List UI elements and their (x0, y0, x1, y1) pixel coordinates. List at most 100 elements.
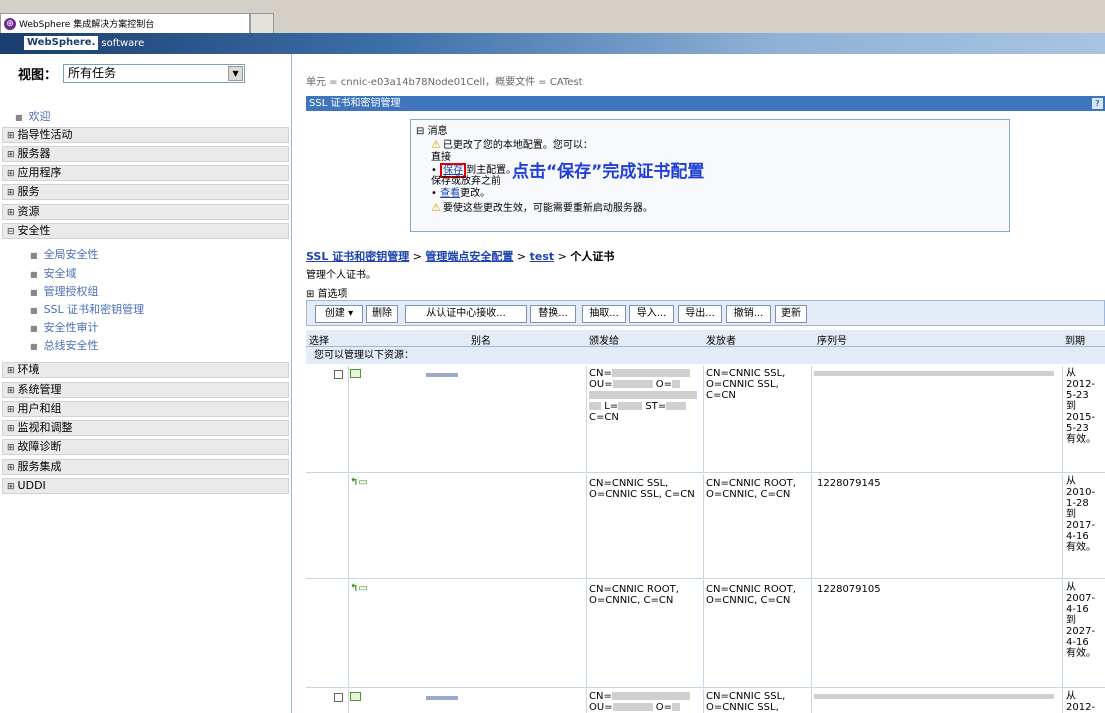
extract-button[interactable]: 抽取... (582, 305, 626, 323)
issued-to-cell: CN= OU= O= L= ST= C=CN (589, 368, 699, 423)
collapse-minus-icon: ⊟ (416, 126, 428, 137)
websphere-logo: WebSphere. software (24, 36, 144, 50)
bullet-icon: ■ (30, 306, 38, 315)
col-alias[interactable]: 别名 (471, 332, 491, 347)
nav-group-environment[interactable]: ⊞ 环境 (2, 362, 289, 378)
table-row: ↰▭ CN=CNNIC ROOT, O=CNNIC, C=CN CN=CNNIC … (306, 580, 1105, 688)
serial-cell: 1228079105 (817, 584, 881, 595)
view-selector-row: 视图： 所有任务 ▼ (18, 64, 246, 83)
col-select[interactable]: 选择 (309, 332, 329, 347)
col-serial[interactable]: 序列号 (817, 332, 847, 347)
instruction-annotation: 点击“保存”完成证书配置 (512, 162, 705, 182)
table-subhead: 您可以管理以下资源： (306, 347, 1105, 364)
view-label: 视图： (18, 68, 58, 83)
expand-plus-icon: ⊞ (7, 188, 15, 198)
bullet-icon: ■ (30, 288, 38, 297)
serial-cell: 1228079145 (817, 478, 881, 489)
review-link[interactable]: 查看 (440, 188, 460, 199)
bullet-icon: ■ (15, 113, 23, 122)
alias-link[interactable] (426, 696, 458, 700)
nav-group-applications[interactable]: ⊞ 应用程序 (2, 165, 289, 181)
nav-group-monitoring[interactable]: ⊞ 监视和调整 (2, 420, 289, 436)
expand-plus-icon: ⊞ (7, 405, 15, 415)
nav-group-services[interactable]: ⊞ 服务 (2, 184, 289, 200)
nav-group-uddi[interactable]: ⊞ UDDI (2, 478, 289, 494)
nav-security-auditing[interactable]: ■ 安全性审计 (30, 319, 99, 335)
nav-group-resources[interactable]: ⊞ 资源 (2, 204, 289, 220)
receive-from-ca-button[interactable]: 从认证中心接收... (405, 305, 527, 323)
nav-security-domains[interactable]: ■ 安全域 (30, 265, 77, 281)
nav-global-security[interactable]: ■ 全局安全性 (30, 246, 99, 262)
nav-group-troubleshooting[interactable]: ⊞ 故障诊断 (2, 439, 289, 455)
nav-welcome-link[interactable]: ■ 欢迎 (15, 108, 51, 124)
websphere-banner: WebSphere. software (0, 33, 1105, 54)
expires-cell: 从 2010- 1-28 到 2017- 4-16 有效。 (1066, 476, 1096, 553)
nav-bus-security[interactable]: ■ 总线安全性 (30, 337, 99, 353)
message-title[interactable]: ⊟ 消息 (416, 122, 448, 137)
panel-header: SSL 证书和密钥管理 ? (306, 96, 1105, 111)
nav-group-system-admin[interactable]: ⊞ 系统管理 (2, 382, 289, 398)
browser-tab[interactable]: ⊕ WebSphere 集成解决方案控制台 (0, 13, 250, 33)
table-row: CN= OU= O= L= ST= C=CN CN=CNNIC SSL, O=C… (306, 366, 1105, 473)
navigation-panel: 视图： 所有任务 ▼ ■ 欢迎 ⊞ 指导性活动 ⊞ 服务器 ⊞ 应用程序 ⊞ 服务 ⊞ 资源… (0, 54, 292, 713)
nav-group-security[interactable]: ⊟ 安全性 (2, 223, 289, 239)
issued-to-cell: CN=CNNIC SSL, O=CNNIC SSL, C=CN (589, 478, 695, 500)
dropdown-arrow-icon[interactable]: ▼ (228, 66, 244, 81)
main-content: 单元 = cnnic-e03a14b78Node01Cell，概要文件 = CA… (293, 54, 1105, 713)
expires-cell: 从 2007- 4-16 到 2027- 4-16 有效。 (1066, 582, 1096, 659)
action-toolbar: 创建 ▾ 删除 从认证中心接收... 替换... 抽取... 导入... 导出.… (306, 300, 1105, 326)
breadcrumb-endpoint-link[interactable]: 管理端点安全配置 (425, 250, 513, 263)
issued-by-cell: CN=CNNIC ROOT, O=CNNIC, C=CN (706, 478, 796, 500)
replace-button[interactable]: 替换... (530, 305, 576, 323)
nav-group-users-groups[interactable]: ⊞ 用户和组 (2, 401, 289, 417)
message-line-changed: ⚠ 已更改了您的本地配置。您可以： (431, 138, 593, 151)
certificate-icon (350, 692, 361, 701)
expires-cell: 从 2012- (1066, 691, 1096, 713)
revoke-button[interactable]: 撤销... (726, 305, 771, 323)
expand-plus-icon: ⊞ (306, 289, 318, 300)
alias-link[interactable] (426, 373, 458, 377)
issued-to-cell: CN= OU= O= (589, 691, 699, 713)
new-tab-button[interactable] (250, 13, 274, 33)
col-expires[interactable]: 到期 (1065, 332, 1085, 347)
delete-button[interactable]: 删除 (366, 305, 398, 323)
page-description: 管理个人证书。 (306, 270, 376, 281)
signer-chain-icon: ↰▭ (350, 583, 368, 594)
preferences-toggle[interactable]: ⊞ 首选项 (306, 285, 348, 300)
table-row: ↰▭ CN=CNNIC SSL, O=CNNIC SSL, C=CN CN=CNN… (306, 474, 1105, 579)
message-line-restart: ⚠ 要使这些更改生效，可能需要重新启动服务器。 (431, 201, 653, 214)
view-select[interactable]: 所有任务 ▼ (63, 64, 246, 83)
row-checkbox[interactable] (334, 370, 343, 379)
col-issued-by[interactable]: 发放者 (706, 332, 736, 347)
help-icon[interactable]: ? (1092, 98, 1103, 109)
collapse-minus-icon: ⊟ (7, 227, 15, 237)
message-box: ⊟ 消息 ⚠ 已更改了您的本地配置。您可以： 直接 • 保存 到主配置。 保存或放弃… (410, 119, 1010, 232)
col-issued-to[interactable]: 颁发给 (589, 332, 619, 347)
signer-chain-icon: ↰▭ (350, 477, 368, 488)
expand-plus-icon: ⊞ (7, 443, 15, 453)
browser-tab-strip: ⊕ WebSphere 集成解决方案控制台 (0, 0, 1105, 33)
logo-brand: WebSphere. (24, 36, 99, 50)
refresh-button[interactable]: 更新 (775, 305, 807, 323)
nav-group-servers[interactable]: ⊞ 服务器 (2, 146, 289, 162)
browser-tab-title: WebSphere 集成解决方案控制台 (19, 20, 155, 30)
expand-plus-icon: ⊞ (7, 131, 15, 141)
row-checkbox[interactable] (334, 693, 343, 702)
scope-breadcrumb: 单元 = cnnic-e03a14b78Node01Cell，概要文件 = CA… (306, 77, 583, 88)
logo-product: software (101, 37, 145, 49)
nav-admin-auth-groups[interactable]: ■ 管理授权组 (30, 283, 99, 299)
bullet-icon: • (431, 188, 441, 199)
export-button[interactable]: 导出... (678, 305, 722, 323)
create-button[interactable]: 创建 ▾ (315, 305, 363, 323)
import-button[interactable]: 导入... (629, 305, 674, 323)
breadcrumb-test-link[interactable]: test (530, 250, 555, 263)
issued-by-cell: CN=CNNIC SSL, O=CNNIC SSL, C=CN (706, 368, 786, 401)
issued-to-cell: CN=CNNIC ROOT, O=CNNIC, C=CN (589, 584, 679, 606)
breadcrumb-ssl-link[interactable]: SSL 证书和密钥管理 (306, 250, 409, 263)
issued-by-cell: CN=CNNIC ROOT, O=CNNIC, C=CN (706, 584, 796, 606)
nav-group-guided-activities[interactable]: ⊞ 指导性活动 (2, 127, 289, 143)
nav-group-service-integration[interactable]: ⊞ 服务集成 (2, 459, 289, 475)
expand-plus-icon: ⊞ (7, 386, 15, 396)
nav-ssl-cert-key-mgmt[interactable]: ■ SSL 证书和密钥管理 (30, 301, 144, 317)
view-select-value: 所有任务 (68, 66, 117, 80)
